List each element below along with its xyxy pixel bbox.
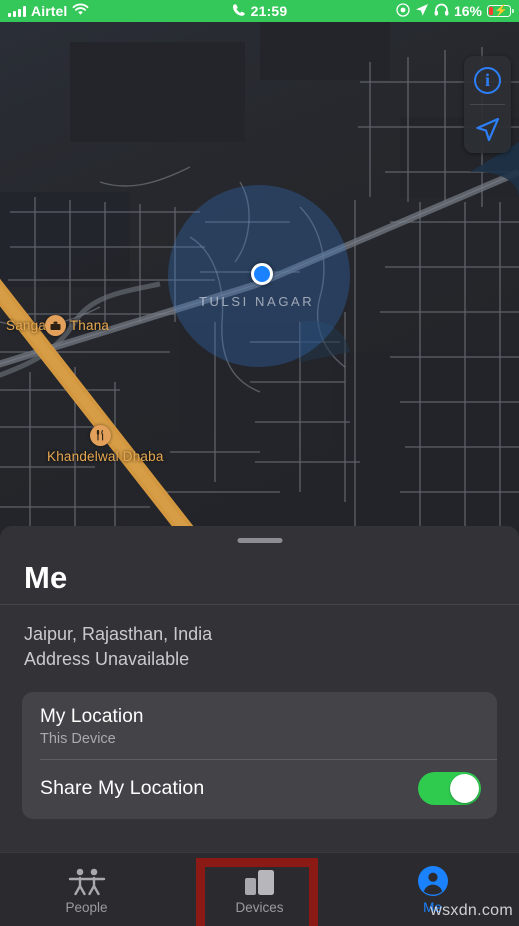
two-people-icon xyxy=(66,865,108,897)
government-building-icon[interactable] xyxy=(45,315,66,336)
blue-location-dot xyxy=(251,263,273,285)
poi-label-khandelwal-dhaba: Khandelwal Dhaba xyxy=(47,449,164,464)
status-bar-time: 21:59 xyxy=(250,3,288,19)
map-locate-button[interactable] xyxy=(464,105,511,153)
phone-call-icon xyxy=(232,3,246,20)
headphones-icon xyxy=(434,3,449,19)
info-circle-icon: i xyxy=(474,66,501,94)
navigate-arrow-icon xyxy=(474,116,501,143)
watermark-text: wsxdn.com xyxy=(430,902,513,919)
map-controls-panel: i xyxy=(464,56,511,153)
status-bar-right: 16% ⚡ xyxy=(331,2,519,20)
status-bar-left: Airtel xyxy=(0,3,188,19)
person-circle-icon xyxy=(417,865,449,897)
location-arrow-icon xyxy=(415,3,429,20)
phone-screen: Airtel 21:59 16% ⚡ TULSI NAGAR Sanganer … xyxy=(0,0,519,926)
my-location-row[interactable]: My Location This Device xyxy=(22,692,497,759)
map-area-label: TULSI NAGAR xyxy=(199,294,315,309)
battery-percent: 16% xyxy=(453,3,482,19)
share-my-location-toggle[interactable] xyxy=(418,772,481,805)
page-title: Me xyxy=(24,560,68,595)
tab-devices[interactable]: Devices xyxy=(173,853,346,926)
share-my-location-row[interactable]: Share My Location xyxy=(22,760,497,819)
tab-people-label: People xyxy=(65,899,108,915)
battery-charging-icon: ⚡ xyxy=(487,5,514,17)
map-info-button[interactable]: i xyxy=(464,56,511,104)
screen-record-icon xyxy=(396,2,410,20)
address-line-1: Jaipur, Rajasthan, India xyxy=(24,624,213,644)
sheet-divider xyxy=(0,604,519,605)
my-location-label: My Location xyxy=(40,706,144,727)
status-bar: Airtel 21:59 16% ⚡ xyxy=(0,0,519,22)
address-block: Jaipur, Rajasthan, India Address Unavail… xyxy=(24,622,212,672)
map-view[interactable]: TULSI NAGAR Sanganer Thana Khandelwal Dh… xyxy=(0,22,519,542)
carrier-name: Airtel xyxy=(31,3,68,19)
tab-people[interactable]: People xyxy=(0,853,173,926)
status-bar-center: 21:59 xyxy=(188,3,331,20)
tab-devices-label: Devices xyxy=(235,899,284,915)
location-card: My Location This Device Share My Locatio… xyxy=(22,692,497,819)
restaurant-icon[interactable] xyxy=(90,425,111,446)
wifi-icon xyxy=(72,3,89,19)
my-location-subtitle: This Device xyxy=(40,731,116,747)
toggle-knob xyxy=(450,774,479,803)
devices-icon xyxy=(243,865,277,897)
sheet-grabber-handle[interactable] xyxy=(237,538,282,543)
signal-bars-icon xyxy=(8,5,26,17)
address-line-2: Address Unavailable xyxy=(24,649,190,669)
share-my-location-label: Share My Location xyxy=(40,777,205,799)
